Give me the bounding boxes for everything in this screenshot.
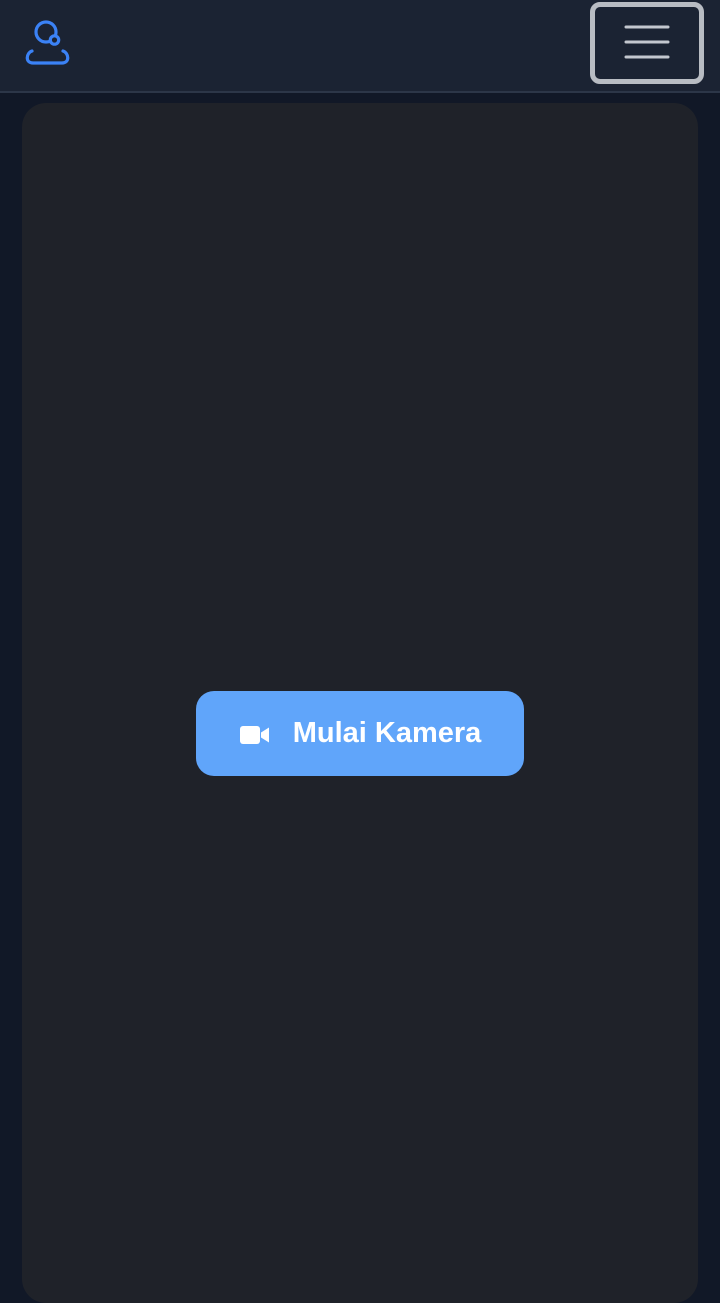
logo-user-location-icon[interactable] (22, 18, 74, 68)
start-camera-label: Mulai Kamera (292, 717, 482, 749)
start-camera-button[interactable]: Mulai Kamera (196, 691, 524, 776)
menu-toggle-button[interactable] (590, 2, 704, 84)
video-camera-icon (239, 723, 271, 747)
hamburger-menu-icon (623, 23, 671, 64)
top-navbar (0, 0, 720, 93)
